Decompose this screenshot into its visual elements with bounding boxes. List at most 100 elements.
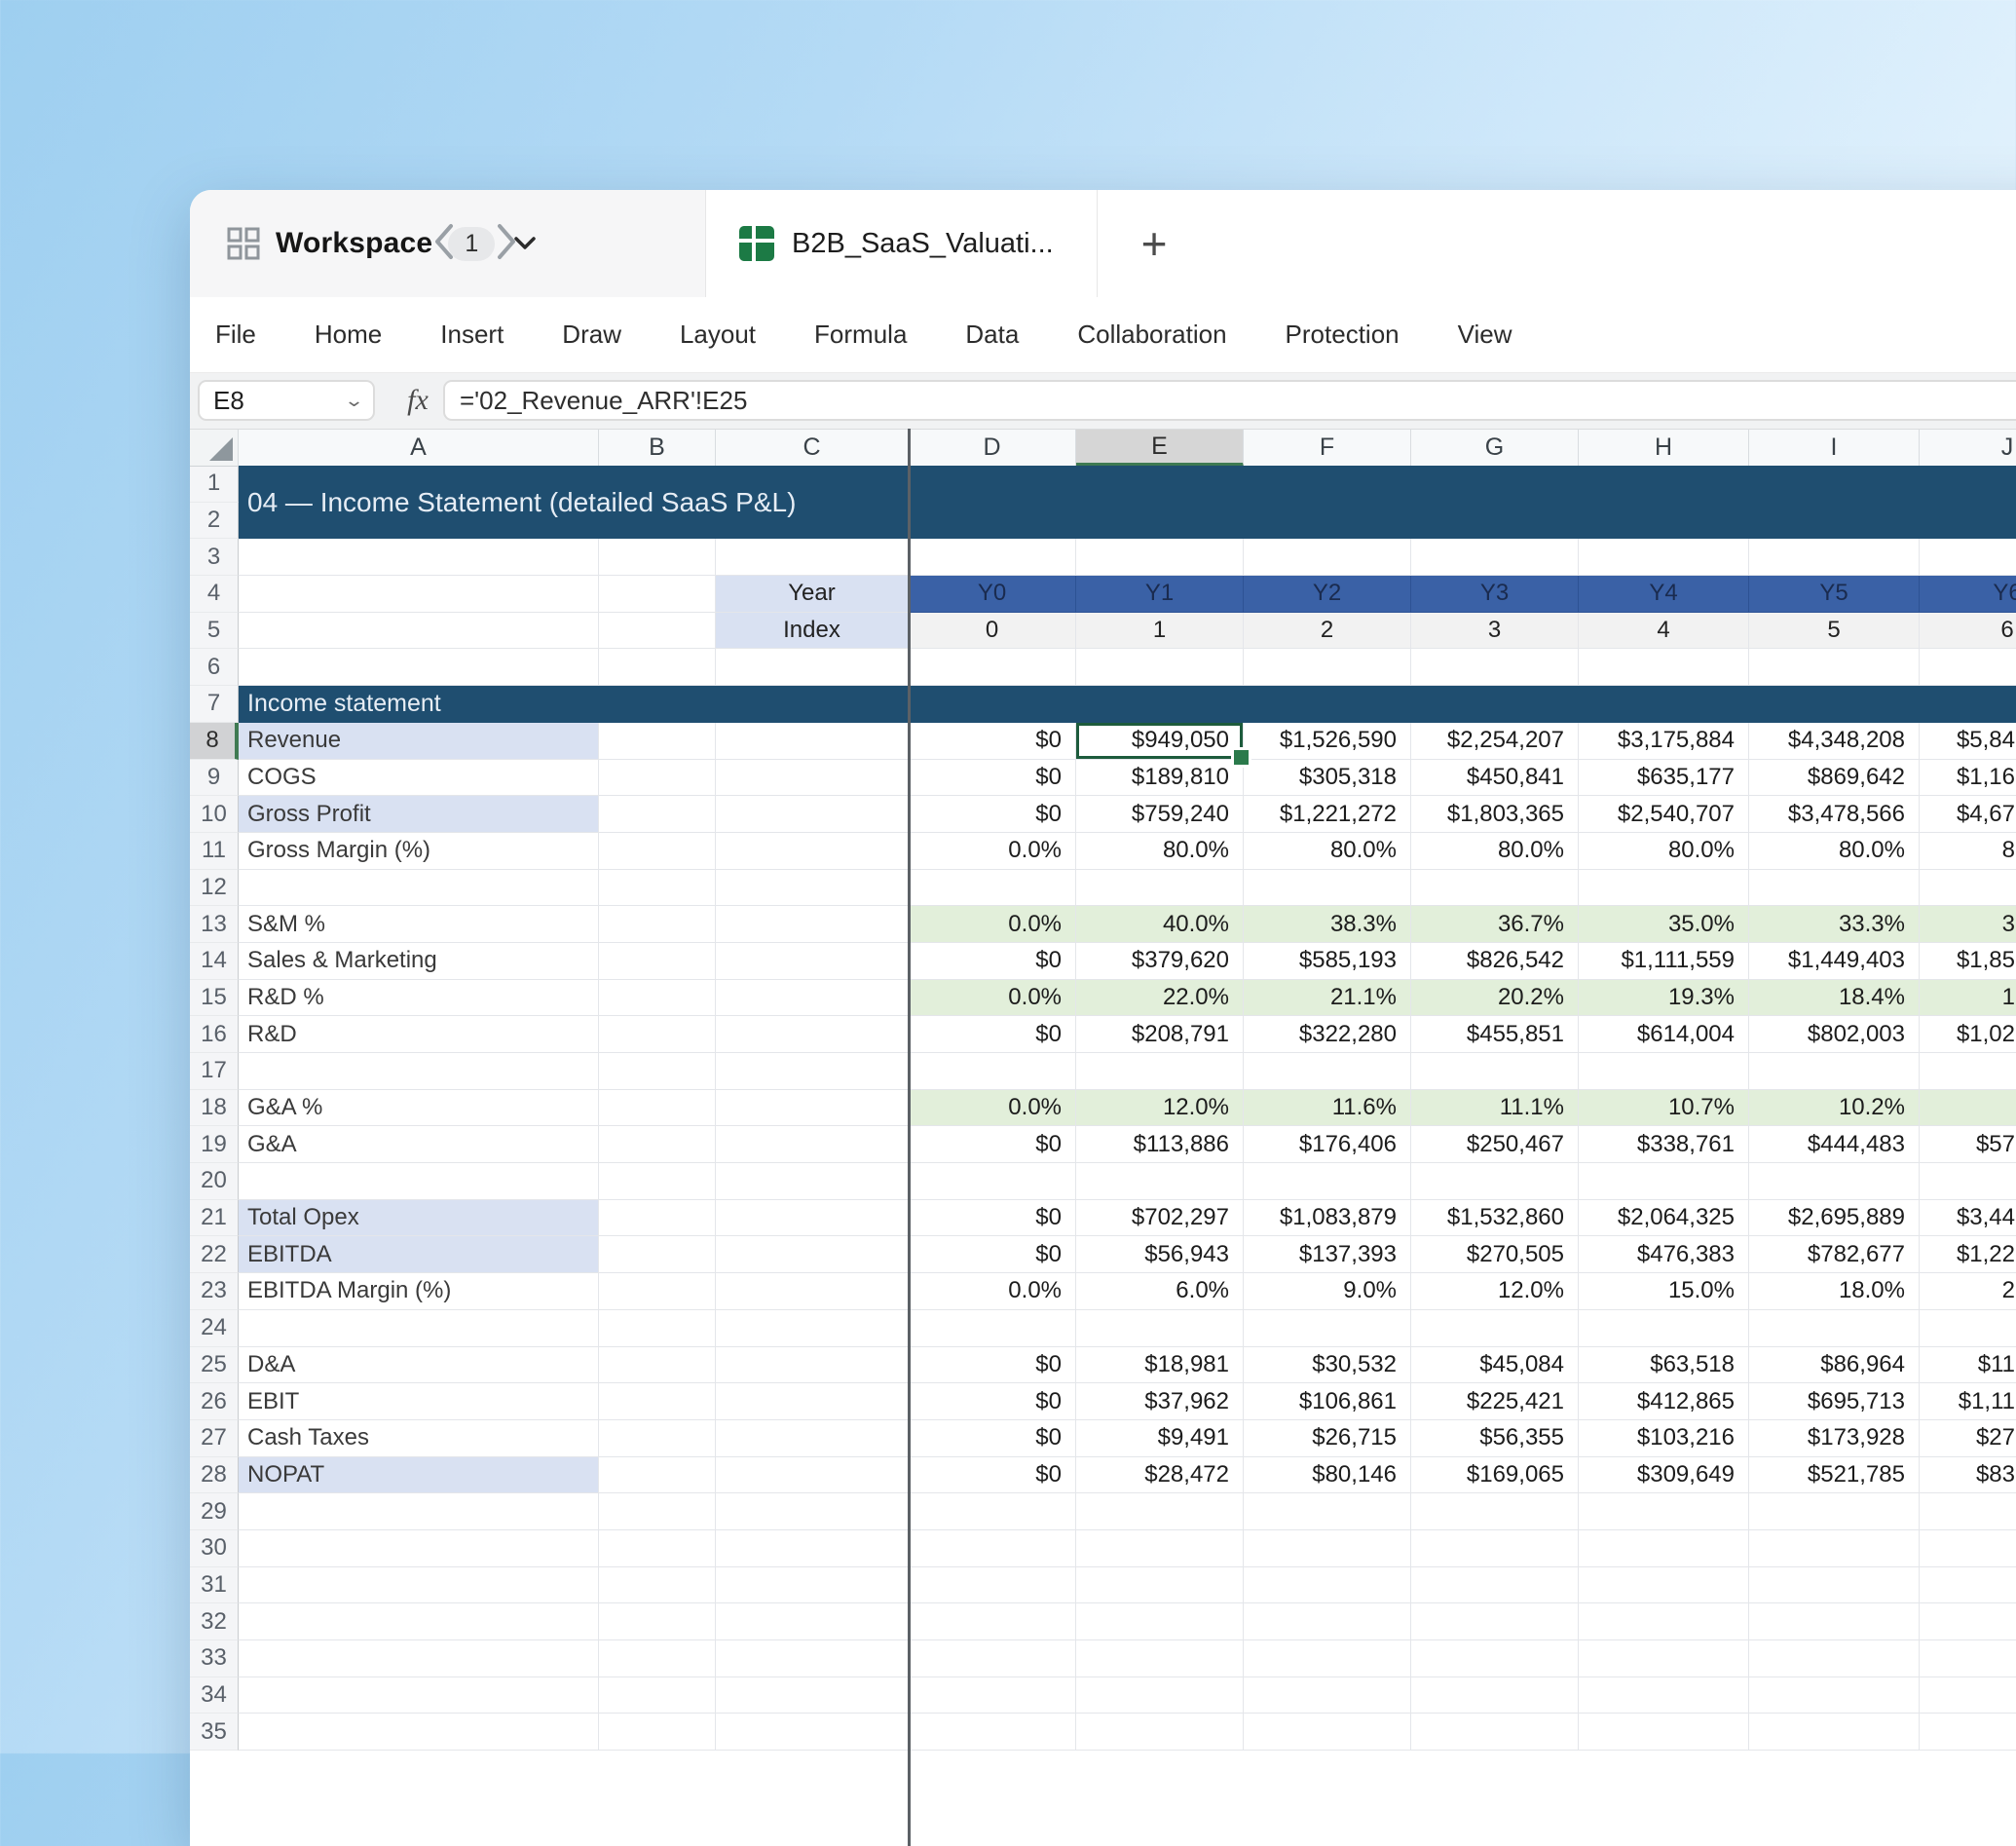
cell-D11[interactable]: 0.0% — [909, 833, 1076, 870]
cell-C10[interactable] — [716, 796, 909, 833]
row-header-13[interactable]: 13 — [190, 906, 239, 943]
row-header-35[interactable]: 35 — [190, 1714, 239, 1751]
cell-C3[interactable] — [716, 539, 909, 576]
cell-H32[interactable] — [1579, 1603, 1749, 1640]
cell-H28[interactable]: $309,649 — [1579, 1457, 1749, 1494]
cell-A21[interactable]: Total Opex — [239, 1200, 599, 1237]
cell-B5[interactable] — [599, 613, 716, 650]
cell-H4[interactable]: Y4 — [1579, 576, 1749, 613]
cell-C12[interactable] — [716, 870, 909, 907]
cell-E32[interactable] — [1076, 1603, 1244, 1640]
cell-E16[interactable]: $208,791 — [1076, 1016, 1244, 1053]
cell-D10[interactable]: $0 — [909, 796, 1076, 833]
cell-E14[interactable]: $379,620 — [1076, 943, 1244, 980]
cell-C16[interactable] — [716, 1016, 909, 1053]
cell-F31[interactable] — [1244, 1567, 1411, 1604]
menu-item-data[interactable]: Data — [965, 320, 1019, 350]
cell-C31[interactable] — [716, 1567, 909, 1604]
cell-I8[interactable]: $4,348,208 — [1749, 723, 1920, 760]
cell-F22[interactable]: $137,393 — [1244, 1236, 1411, 1273]
column-header-F[interactable]: F — [1244, 430, 1411, 467]
cell-F23[interactable]: 9.0% — [1244, 1273, 1411, 1310]
row-header-8[interactable]: 8 — [190, 723, 239, 760]
cell-J8[interactable]: $5,84 — [1920, 723, 2016, 760]
cell-D13[interactable]: 0.0% — [909, 906, 1076, 943]
cell-B16[interactable] — [599, 1016, 716, 1053]
cell-H6[interactable] — [1579, 649, 1749, 686]
cell-C14[interactable] — [716, 943, 909, 980]
cell-D6[interactable] — [909, 649, 1076, 686]
cell-G33[interactable] — [1411, 1640, 1579, 1677]
cell-E28[interactable]: $28,472 — [1076, 1457, 1244, 1494]
cell-E22[interactable]: $56,943 — [1076, 1236, 1244, 1273]
fill-handle[interactable] — [1231, 747, 1251, 768]
cell-G20[interactable] — [1411, 1163, 1579, 1200]
cell-B34[interactable] — [599, 1677, 716, 1714]
cell-C19[interactable] — [716, 1126, 909, 1163]
cell-I18[interactable]: 10.2% — [1749, 1090, 1920, 1127]
cell-A9[interactable]: COGS — [239, 760, 599, 797]
row-header-16[interactable]: 16 — [190, 1016, 239, 1053]
cell-I9[interactable]: $869,642 — [1749, 760, 1920, 797]
row-header-28[interactable]: 28 — [190, 1457, 239, 1494]
cell-C15[interactable] — [716, 980, 909, 1017]
cell-I5[interactable]: 5 — [1749, 613, 1920, 650]
cell-B6[interactable] — [599, 649, 716, 686]
cell-C18[interactable] — [716, 1090, 909, 1127]
row-header-5[interactable]: 5 — [190, 613, 239, 650]
row-header-21[interactable]: 21 — [190, 1200, 239, 1237]
cell-F35[interactable] — [1244, 1714, 1411, 1751]
column-header-A[interactable]: A — [239, 430, 599, 467]
cell-A6[interactable] — [239, 649, 599, 686]
select-all-corner[interactable] — [190, 430, 239, 467]
cell-A22[interactable]: EBITDA — [239, 1236, 599, 1273]
cell-A15[interactable]: R&D % — [239, 980, 599, 1017]
cell-H12[interactable] — [1579, 870, 1749, 907]
cell-B9[interactable] — [599, 760, 716, 797]
cell-J10[interactable]: $4,67 — [1920, 796, 2016, 833]
cell-I3[interactable] — [1749, 539, 1920, 576]
cell-H15[interactable]: 19.3% — [1579, 980, 1749, 1017]
cell-B20[interactable] — [599, 1163, 716, 1200]
cell-H19[interactable]: $338,761 — [1579, 1126, 1749, 1163]
row-header-10[interactable]: 10 — [190, 796, 239, 833]
cell-A27[interactable]: Cash Taxes — [239, 1420, 599, 1457]
cell-I6[interactable] — [1749, 649, 1920, 686]
row-header-22[interactable]: 22 — [190, 1236, 239, 1273]
menu-item-home[interactable]: Home — [315, 320, 382, 350]
cell-J29[interactable] — [1920, 1493, 2016, 1530]
cell-D3[interactable] — [909, 539, 1076, 576]
cell-F18[interactable]: 11.6% — [1244, 1090, 1411, 1127]
cell-D20[interactable] — [909, 1163, 1076, 1200]
cell-E21[interactable]: $702,297 — [1076, 1200, 1244, 1237]
cell-E3[interactable] — [1076, 539, 1244, 576]
cell-F13[interactable]: 38.3% — [1244, 906, 1411, 943]
cell-A5[interactable] — [239, 613, 599, 650]
cell-H25[interactable]: $63,518 — [1579, 1347, 1749, 1384]
cell-F24[interactable] — [1244, 1310, 1411, 1347]
cell-G29[interactable] — [1411, 1493, 1579, 1530]
cell-D31[interactable] — [909, 1567, 1076, 1604]
cell-A29[interactable] — [239, 1493, 599, 1530]
cell-I34[interactable] — [1749, 1677, 1920, 1714]
cell-C27[interactable] — [716, 1420, 909, 1457]
cell-G11[interactable]: 80.0% — [1411, 833, 1579, 870]
cell-D25[interactable]: $0 — [909, 1347, 1076, 1384]
cell-I11[interactable]: 80.0% — [1749, 833, 1920, 870]
column-header-E[interactable]: E — [1076, 430, 1244, 467]
cell-E26[interactable]: $37,962 — [1076, 1383, 1244, 1420]
cell-J20[interactable] — [1920, 1163, 2016, 1200]
cell-B33[interactable] — [599, 1640, 716, 1677]
cell-E13[interactable]: 40.0% — [1076, 906, 1244, 943]
cell-J24[interactable] — [1920, 1310, 2016, 1347]
cell-I32[interactable] — [1749, 1603, 1920, 1640]
menu-item-view[interactable]: View — [1458, 320, 1512, 350]
cell-J23[interactable]: 2 — [1920, 1273, 2016, 1310]
cell-C29[interactable] — [716, 1493, 909, 1530]
cell-H22[interactable]: $476,383 — [1579, 1236, 1749, 1273]
cell-D24[interactable] — [909, 1310, 1076, 1347]
cell-I23[interactable]: 18.0% — [1749, 1273, 1920, 1310]
cell-F14[interactable]: $585,193 — [1244, 943, 1411, 980]
cell-D18[interactable]: 0.0% — [909, 1090, 1076, 1127]
cell-G22[interactable]: $270,505 — [1411, 1236, 1579, 1273]
